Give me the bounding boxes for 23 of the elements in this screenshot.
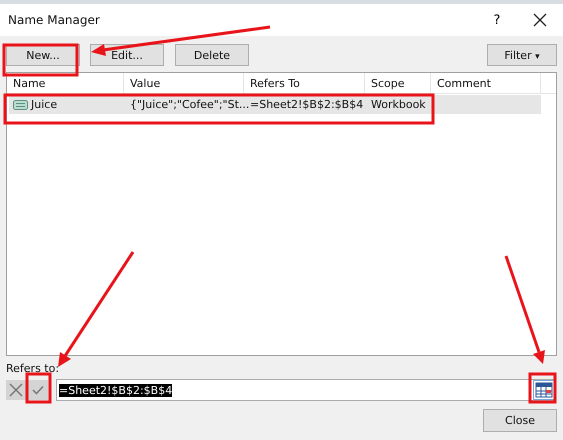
cancel-icon[interactable] [6,380,26,400]
window-title: Name Manager [8,13,101,27]
highlight-box [26,372,52,404]
table-cell: {"Juice";"Cofee";"St... [130,98,250,111]
table-row[interactable]: Juice {"Juice";"Cofee";"St...=Sheet2!$B$2:$B$4 Workbook [9,95,541,114]
filter-button[interactable]: Filter ▾ [487,44,557,66]
range-selector-icon[interactable] [533,380,555,400]
column-header[interactable]: Name [7,73,124,93]
column-header[interactable]: Refers To [244,73,365,93]
help-button[interactable]: ? [477,12,517,28]
close-button[interactable]: Close [483,409,557,432]
checkmark-icon[interactable] [28,380,48,400]
table-cell: Juice [31,98,58,111]
table-cell: Workbook [371,98,426,111]
column-header[interactable]: Comment [431,73,541,93]
table-cell: =Sheet2!$B$2:$B$4 [250,98,364,111]
refers-to-field[interactable]: =Sheet2!$B$2:$B$4 [56,379,555,401]
toolbar-button[interactable]: Delete [175,44,249,66]
column-header[interactable]: Value [124,73,244,93]
refers-to-label: Refers to: [6,362,60,376]
column-header[interactable]: Scope [365,73,431,93]
name-tag-icon [13,100,28,110]
highlight-box [528,372,556,404]
